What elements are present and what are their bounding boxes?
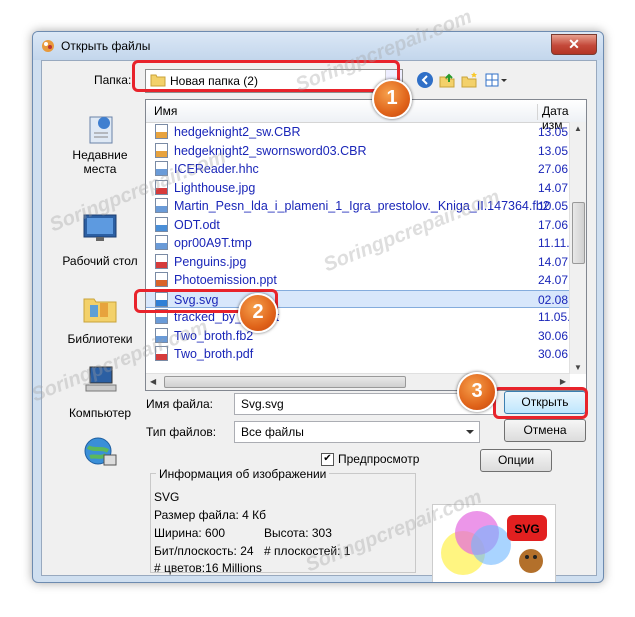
cancel-button[interactable]: Отмена bbox=[504, 419, 586, 442]
preview-checkbox[interactable]: ✔ bbox=[321, 453, 334, 466]
file-icon bbox=[155, 235, 168, 250]
filetype-value: Все файлы bbox=[241, 425, 304, 439]
info-size: Размер файла: 4 Кб bbox=[154, 508, 267, 522]
place-label: Рабочий стол bbox=[62, 254, 138, 268]
back-icon[interactable] bbox=[416, 71, 434, 89]
vertical-scrollbar[interactable]: ▲ ▼ bbox=[569, 122, 586, 374]
file-row[interactable]: Martin_Pesn_lda_i_plameni_1_Igra_prestol… bbox=[146, 197, 586, 215]
title-bar[interactable]: Открыть файлы ✕ bbox=[33, 32, 603, 60]
info-format: SVG bbox=[154, 490, 180, 504]
folder-label: Папка: bbox=[94, 73, 132, 87]
file-name: ODT.odt bbox=[174, 217, 220, 232]
scroll-left-icon[interactable]: ◀ bbox=[150, 377, 156, 386]
file-icon bbox=[155, 198, 168, 213]
file-row[interactable]: Two_broth.fb2 30.06.20 bbox=[146, 327, 586, 345]
info-title: Информация об изображении bbox=[156, 467, 330, 481]
place-libraries[interactable]: Библиотеки bbox=[58, 289, 142, 346]
app-icon bbox=[42, 40, 54, 52]
libraries-icon bbox=[83, 298, 117, 323]
column-name[interactable]: Имя bbox=[154, 104, 177, 118]
dialog-body: Папка: Новая папка (2) Недавние места Ра… bbox=[41, 60, 597, 582]
column-date[interactable]: Дата изм bbox=[537, 104, 586, 132]
info-height: Высота: 303 bbox=[264, 526, 332, 540]
filetype-select[interactable]: Все файлы bbox=[234, 421, 480, 443]
scroll-right-icon[interactable]: ▶ bbox=[560, 377, 566, 386]
info-colors: # цветов:16 Millions bbox=[154, 561, 262, 575]
network-icon bbox=[84, 437, 117, 466]
file-icon bbox=[155, 142, 168, 158]
step-marker-2: 2 bbox=[238, 293, 278, 333]
filename-label: Имя файла: bbox=[146, 397, 213, 411]
file-row[interactable]: ODT.odt 17.06.20 bbox=[146, 216, 586, 234]
file-name: opr00A9T.tmp bbox=[174, 236, 252, 250]
place-recent[interactable]: Недавние места bbox=[58, 111, 142, 176]
scroll-thumb[interactable] bbox=[572, 202, 585, 264]
image-info-box bbox=[150, 473, 416, 573]
place-network[interactable] bbox=[58, 435, 142, 478]
info-width: Ширина: 600 bbox=[154, 526, 226, 540]
file-row[interactable]: Lighthouse.jpg 14.07.20 bbox=[146, 179, 586, 197]
file-row[interactable]: hedgeknight2_sw.CBR 13.05.20 bbox=[146, 123, 586, 141]
file-icon bbox=[155, 272, 168, 287]
filename-value: Svg.svg bbox=[241, 397, 284, 411]
step-marker-3: 3 bbox=[457, 372, 497, 412]
info-bits: Бит/плоскость: 24 bbox=[154, 544, 254, 558]
scroll-down-icon[interactable]: ▼ bbox=[574, 363, 582, 372]
close-button[interactable]: ✕ bbox=[551, 34, 597, 55]
highlight-open-button bbox=[493, 387, 588, 419]
chevron-down-icon bbox=[466, 430, 474, 434]
filetype-label: Тип файлов: bbox=[146, 425, 217, 439]
scroll-thumb[interactable] bbox=[164, 376, 406, 388]
file-row[interactable]: Photoemission.ppt 24.07.20 bbox=[146, 271, 586, 289]
file-icon bbox=[155, 253, 168, 269]
place-label: Компьютер bbox=[68, 406, 132, 420]
recent-places-icon bbox=[89, 116, 113, 144]
file-name: Photoemission.ppt bbox=[174, 273, 277, 287]
up-folder-icon[interactable] bbox=[438, 71, 456, 89]
place-label: Недавние места bbox=[72, 148, 128, 176]
options-button[interactable]: Опции bbox=[480, 449, 552, 472]
file-list-header: Имя Дата изм bbox=[146, 100, 586, 132]
new-folder-icon[interactable] bbox=[460, 71, 478, 89]
file-icon bbox=[155, 216, 168, 232]
file-name: Two_broth.pdf bbox=[174, 347, 254, 361]
file-row[interactable]: Two_broth.pdf 30.06.20 bbox=[146, 345, 586, 363]
file-icon bbox=[155, 124, 168, 139]
file-name: hedgeknight2_sw.CBR bbox=[174, 125, 301, 139]
view-menu-icon[interactable] bbox=[484, 71, 510, 89]
places-bar: Недавние места Рабочий стол Библиотеки К… bbox=[58, 99, 138, 479]
window-title: Открыть файлы bbox=[61, 39, 151, 53]
preview-label: Предпросмотр bbox=[338, 452, 420, 466]
open-files-dialog: Открыть файлы ✕ Папка: Новая папка (2) Н… bbox=[32, 31, 604, 583]
file-name: Penguins.jpg bbox=[174, 254, 247, 269]
scroll-up-icon[interactable]: ▲ bbox=[574, 124, 582, 133]
step-marker-1: 1 bbox=[372, 79, 412, 119]
preview-svg-label: SVG bbox=[514, 522, 539, 536]
